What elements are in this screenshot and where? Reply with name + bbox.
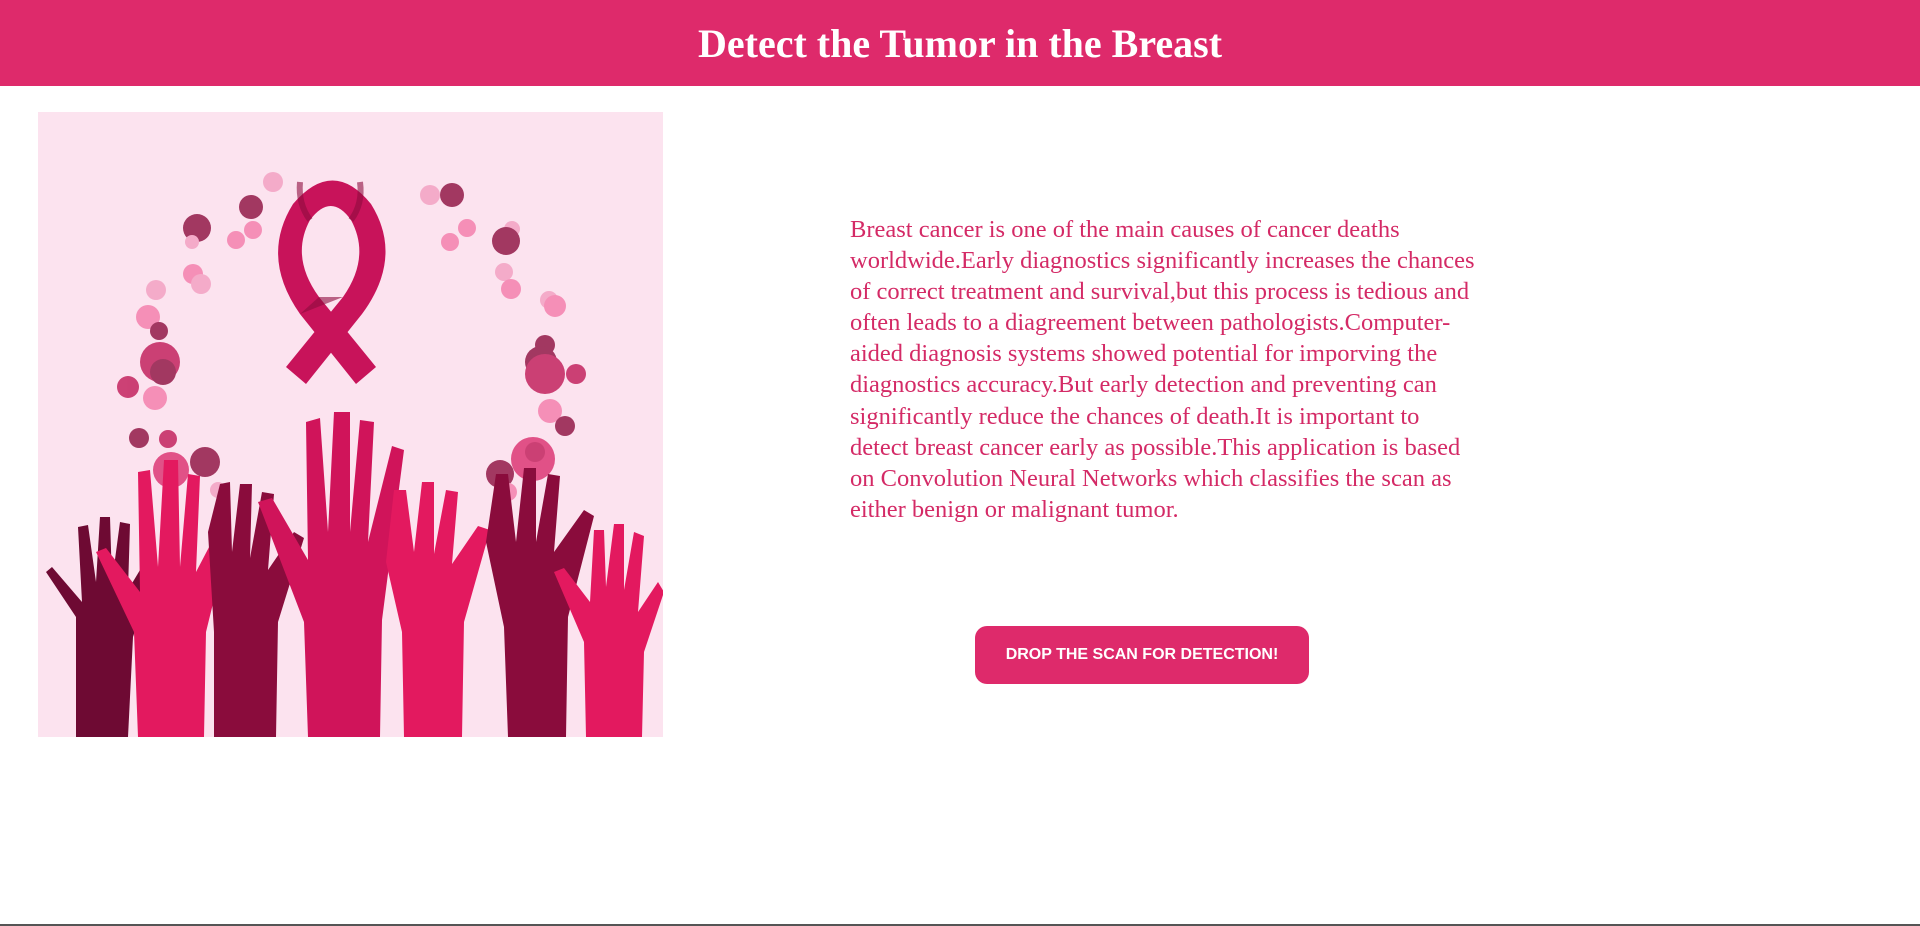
- ribbon: [278, 180, 386, 384]
- awareness-ribbon-hands-icon: [46, 172, 663, 737]
- drop-scan-button[interactable]: DROP THE SCAN FOR DETECTION!: [975, 626, 1309, 684]
- page-header: Detect the Tumor in the Breast: [0, 0, 1920, 86]
- awareness-illustration: [38, 112, 663, 737]
- bubbles: [117, 172, 586, 501]
- hands: [46, 412, 663, 737]
- page-title: Detect the Tumor in the Breast: [697, 20, 1223, 66]
- description-text: Breast cancer is one of the main causes …: [850, 216, 1475, 523]
